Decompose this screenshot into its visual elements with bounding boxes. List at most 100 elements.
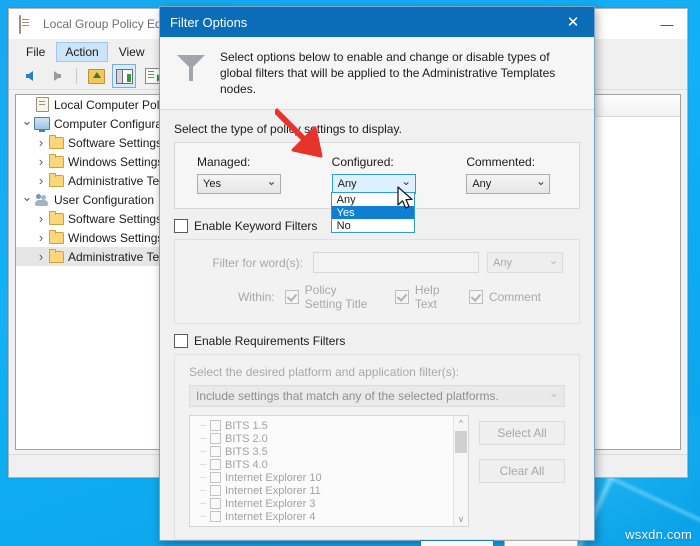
commented-combobox[interactable]: Any	[466, 174, 551, 194]
menu-item-view[interactable]: View	[110, 42, 154, 62]
comment-checkbox[interactable]	[468, 290, 483, 304]
list-item[interactable]: ─ BITS 3.5	[200, 445, 453, 458]
filter-for-words-input[interactable]	[313, 252, 479, 273]
show-hide-console-tree-icon[interactable]	[112, 64, 136, 88]
within-row: Within: Policy Setting Title Help Text C…	[191, 283, 563, 311]
enable-keyword-filters-checkbox[interactable]	[174, 219, 188, 233]
chevron-right-icon[interactable]	[34, 135, 48, 150]
platform-listbox[interactable]: ─ BITS 1.5 ─ BITS 2.0 ─ BITS 3.5 ─ BITS …	[189, 415, 469, 527]
platform-checkbox[interactable]	[210, 420, 221, 431]
clear-all-button[interactable]: Clear All	[479, 459, 565, 483]
configured-label: Configured:	[331, 155, 394, 169]
policy-document-icon	[34, 97, 50, 112]
configured-value: Any	[337, 178, 357, 190]
managed-label: Managed:	[197, 155, 251, 169]
platform-checkbox[interactable]	[210, 485, 221, 496]
chevron-down-icon[interactable]	[20, 192, 34, 208]
managed-filter: Managed: Yes	[175, 155, 310, 194]
enable-requirements-filters-row[interactable]: Enable Requirements Filters	[174, 334, 580, 348]
platform-checkbox[interactable]	[210, 511, 221, 522]
keyword-match-combobox[interactable]: Any	[487, 252, 563, 273]
users-icon	[34, 193, 50, 206]
cancel-button[interactable]: Cancel	[504, 540, 578, 546]
chevron-down-icon	[545, 256, 562, 270]
configured-combobox[interactable]: Any	[331, 174, 416, 194]
up-one-level-icon[interactable]	[84, 64, 108, 88]
filter-funnel-icon	[174, 51, 210, 85]
folder-icon	[48, 210, 64, 225]
chevron-down-icon	[398, 178, 415, 191]
close-icon[interactable]: ✕	[552, 7, 594, 37]
policy-document-icon	[19, 15, 35, 34]
policy-setting-title-checkbox[interactable]	[284, 290, 299, 304]
help-text-label: Help Text	[414, 283, 440, 311]
within-help-text-option[interactable]: Help Text	[394, 283, 447, 311]
minimize-button[interactable]: —	[653, 18, 681, 31]
dropdown-option-any[interactable]: Any	[332, 193, 414, 206]
dialog-header-text: Select options below to enable and chang…	[220, 50, 556, 96]
dialog-title: Filter Options	[170, 14, 248, 30]
scroll-up-icon[interactable]: ^	[459, 416, 463, 430]
list-item[interactable]: ─ Internet Explorer 3	[200, 497, 453, 510]
enable-requirements-filters-label: Enable Requirements Filters	[194, 334, 346, 348]
enable-requirements-filters-checkbox[interactable]	[174, 334, 188, 348]
toolbar-separator	[76, 68, 77, 84]
within-comment-option[interactable]: Comment	[468, 290, 541, 304]
forward-icon[interactable]	[45, 64, 69, 88]
platform-match-combobox[interactable]: Include settings that match any of the s…	[189, 385, 565, 407]
chevron-down-icon[interactable]	[20, 116, 34, 132]
list-item[interactable]: ─ BITS 4.0	[200, 458, 453, 471]
keyword-match-value: Any	[493, 256, 512, 269]
policy-setting-title-label: Policy Setting Title	[304, 283, 368, 311]
chevron-down-icon	[532, 178, 549, 191]
tree-connector-icon: ─	[200, 433, 207, 443]
platform-label: Internet Explorer 11	[225, 484, 321, 497]
tree-connector-icon: ─	[200, 459, 207, 469]
platform-checkbox[interactable]	[210, 459, 221, 470]
ok-button[interactable]: OK	[420, 540, 494, 546]
dropdown-option-no[interactable]: No	[332, 219, 414, 232]
policy-settings-section-label: Select the type of policy settings to di…	[174, 122, 402, 136]
chevron-down-icon	[544, 389, 564, 403]
tree-connector-icon: ─	[200, 472, 207, 482]
list-item[interactable]: ─ Internet Explorer 10	[200, 471, 453, 484]
within-policy-setting-title-option[interactable]: Policy Setting Title	[284, 283, 373, 311]
platform-label: Internet Explorer 3	[225, 497, 316, 510]
tree-item-label: Software Settings	[68, 211, 163, 226]
platform-checkbox[interactable]	[210, 433, 221, 444]
tree-item-label: Software Settings	[68, 135, 163, 150]
platform-checkbox[interactable]	[210, 472, 221, 483]
list-item[interactable]: ─ Internet Explorer 4	[200, 510, 453, 523]
back-icon[interactable]	[17, 64, 41, 88]
list-item[interactable]: ─ BITS 2.0	[200, 432, 453, 445]
chevron-right-icon[interactable]	[34, 154, 48, 169]
tree-connector-icon: ─	[200, 485, 207, 495]
platform-list-scrollbar[interactable]: ^ ∨	[453, 416, 468, 526]
help-text-checkbox[interactable]	[394, 290, 409, 304]
tree-connector-icon: ─	[200, 420, 207, 430]
platform-checkbox[interactable]	[210, 446, 221, 457]
tree-connector-icon: ─	[200, 446, 207, 456]
dialog-header: Select options below to enable and chang…	[160, 37, 594, 110]
platform-label: Internet Explorer 10	[225, 471, 322, 484]
chevron-right-icon[interactable]	[34, 173, 48, 188]
dropdown-option-yes[interactable]: Yes	[331, 206, 414, 219]
chevron-right-icon[interactable]	[34, 230, 48, 245]
select-all-button[interactable]: Select All	[479, 421, 565, 445]
scroll-down-icon[interactable]: ∨	[458, 512, 465, 526]
scrollbar-thumb[interactable]	[455, 431, 467, 453]
chevron-right-icon[interactable]	[34, 249, 48, 264]
managed-combobox[interactable]: Yes	[197, 174, 281, 194]
chevron-right-icon[interactable]	[34, 211, 48, 226]
list-item[interactable]: ─ Internet Explorer 11	[200, 484, 453, 497]
folder-icon	[48, 153, 64, 168]
dialog-footer: OK Cancel	[160, 540, 594, 546]
tree-connector-icon: ─	[200, 498, 207, 508]
watermark: wsxdn.com	[625, 527, 692, 542]
platform-checkbox[interactable]	[210, 498, 221, 509]
folder-icon	[48, 248, 64, 263]
list-item[interactable]: ─ BITS 1.5	[200, 419, 453, 432]
menu-item-action[interactable]: Action	[56, 41, 108, 62]
menu-item-file[interactable]: File	[17, 42, 54, 62]
tree-item-label: Windows Settings	[68, 154, 164, 169]
